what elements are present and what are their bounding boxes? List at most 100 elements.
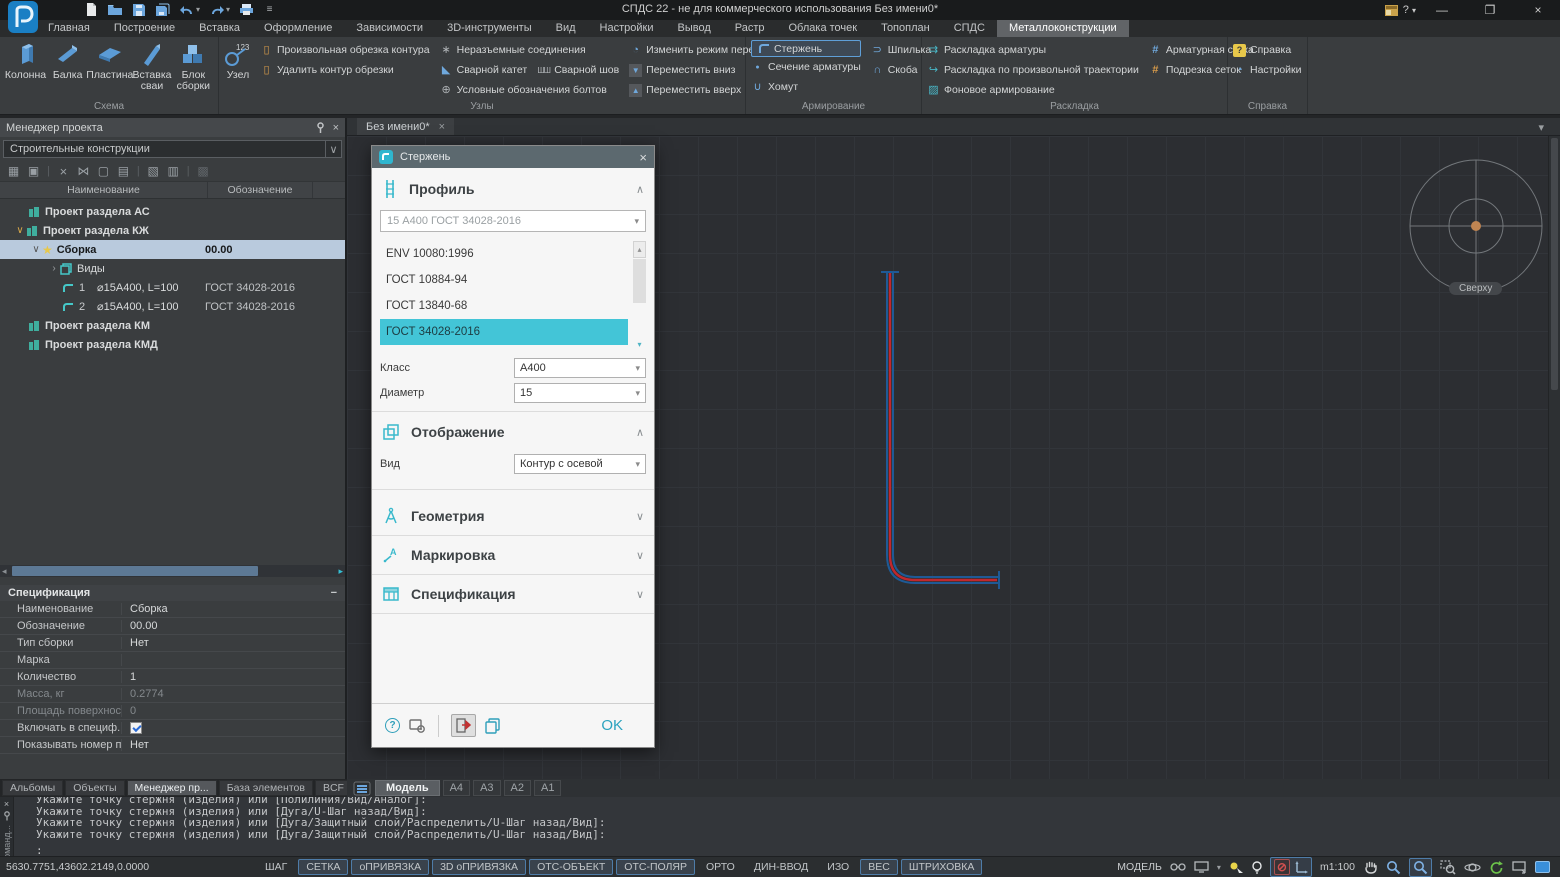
undo-caret-icon[interactable]: ▾ bbox=[196, 5, 200, 14]
weld-fillet-button[interactable]: ◣Сварной катет bbox=[440, 60, 528, 80]
list-item-selected[interactable]: ГОСТ 34028-2016 bbox=[380, 319, 628, 345]
zoom-icon[interactable] bbox=[1386, 860, 1401, 875]
command-line-panel[interactable]: × Команд... Укажите точку стержня (издел… bbox=[0, 797, 1560, 856]
auto-insert-toggle-pressed[interactable] bbox=[451, 714, 476, 737]
scrollbar-thumb[interactable] bbox=[12, 566, 258, 576]
command-pin-icon[interactable] bbox=[3, 811, 11, 821]
toggle-otrack-polar[interactable]: ОТС-ПОЛЯР bbox=[616, 859, 695, 875]
tab-nastroyki[interactable]: Настройки bbox=[588, 20, 666, 37]
save-icon[interactable] bbox=[132, 3, 146, 17]
expand-chevron-icon[interactable]: ∨ bbox=[636, 510, 644, 523]
tab-project-manager[interactable]: Менеджер пр... bbox=[127, 780, 217, 796]
regen-icon[interactable] bbox=[1489, 860, 1504, 875]
specification-section-header[interactable]: Спецификация ∨ bbox=[372, 575, 654, 613]
new-project-icon[interactable]: ▦ bbox=[7, 165, 20, 178]
tab-close-icon[interactable]: × bbox=[439, 121, 445, 133]
rebar-section-button[interactable]: ●Сечение арматуры bbox=[751, 57, 861, 77]
layout-by-path-button[interactable]: ↪Раскладка по произвольной траектории bbox=[927, 60, 1139, 80]
redo-caret-icon[interactable]: ▾ bbox=[226, 5, 230, 14]
tab-metallokonstruktsii[interactable]: Металлоконструкции bbox=[997, 20, 1129, 37]
scrollbar-thumb[interactable] bbox=[1551, 138, 1558, 390]
tree-item-rod-1[interactable]: 1 ⌀15А400, L=100 ГОСТ 34028-2016 bbox=[0, 278, 345, 297]
toggle-3d-osnap[interactable]: 3D оПРИВЯЗКА bbox=[432, 859, 526, 875]
dialog-close-icon[interactable]: × bbox=[639, 150, 647, 165]
marking-section-header[interactable]: A Маркировка ∨ bbox=[372, 536, 654, 574]
view-combo[interactable]: Контур с осевой▾ bbox=[514, 454, 646, 474]
glasses-icon[interactable] bbox=[1170, 862, 1186, 872]
collapse-chevron-icon[interactable]: ∧ bbox=[636, 183, 644, 196]
zoom-rect-icon[interactable] bbox=[1440, 860, 1456, 875]
customize-toolbar-icon[interactable]: ≡ bbox=[263, 3, 276, 16]
tab-rastr[interactable]: Растр bbox=[723, 20, 777, 37]
light-icon[interactable] bbox=[1252, 861, 1262, 874]
tab-vstavka[interactable]: Вставка bbox=[187, 20, 252, 37]
dialog-settings-icon[interactable] bbox=[409, 718, 426, 734]
tab-vyvod[interactable]: Вывод bbox=[665, 20, 722, 37]
license-icon[interactable] bbox=[1384, 4, 1399, 17]
orbit-icon[interactable] bbox=[1464, 860, 1481, 875]
paste-icon[interactable]: ▤ bbox=[117, 165, 130, 178]
caret-icon[interactable]: ▾ bbox=[634, 216, 639, 227]
specification-section-header[interactable]: Спецификация − bbox=[0, 585, 345, 601]
rebar-layout-button[interactable]: ⇉Раскладка арматуры bbox=[927, 40, 1139, 60]
tree-item-assembly[interactable]: ∨ ★ Сборка 00.00 bbox=[0, 240, 345, 259]
toggle-hatch[interactable]: ШТРИХОВКА bbox=[901, 859, 983, 875]
vertical-scrollbar[interactable] bbox=[1548, 136, 1560, 779]
document-tab[interactable]: Без имени0* × bbox=[357, 118, 454, 135]
tab-a1[interactable]: A1 bbox=[534, 780, 561, 796]
column-button[interactable]: Колонна bbox=[5, 40, 46, 92]
compass-view-label[interactable]: Сверху bbox=[1449, 282, 1502, 295]
tab-3d-instrumenty[interactable]: 3D-инструменты bbox=[435, 20, 544, 37]
arbitrary-contour-trim-button[interactable]: ▯Произвольная обрезка контура bbox=[260, 40, 430, 60]
profile-name-combo[interactable]: 15 А400 ГОСТ 34028-2016▾ bbox=[380, 210, 646, 232]
display-section-header[interactable]: Отображение ∧ bbox=[372, 419, 654, 450]
table-icon[interactable]: ▥ bbox=[167, 165, 180, 178]
tab-oblaka-tochek[interactable]: Облака точек bbox=[777, 20, 870, 37]
viewport-icon[interactable] bbox=[1194, 861, 1209, 873]
diameter-combo[interactable]: 15▾ bbox=[514, 383, 646, 403]
tab-spds[interactable]: СПДС bbox=[942, 20, 997, 37]
delete-icon[interactable]: × bbox=[57, 165, 70, 178]
panel-close-icon[interactable]: × bbox=[333, 122, 339, 134]
toggle-ortho[interactable]: ОРТО bbox=[698, 859, 743, 875]
tab-element-base[interactable]: База элементов bbox=[219, 780, 313, 796]
horizontal-scrollbar[interactable]: ◂ ▸ bbox=[0, 565, 345, 577]
class-combo[interactable]: А400▾ bbox=[514, 358, 646, 378]
command-tab-label[interactable]: Команд... bbox=[2, 825, 12, 856]
toggle-otrack-object[interactable]: ОТС-ОБЪЕКТ bbox=[529, 859, 613, 875]
tab-vid[interactable]: Вид bbox=[544, 20, 588, 37]
column-designation[interactable]: Обозначение bbox=[208, 182, 313, 198]
restore-button[interactable]: ❐ bbox=[1468, 0, 1512, 20]
tab-a4[interactable]: A4 bbox=[443, 780, 470, 796]
scrollbar-thumb[interactable] bbox=[633, 259, 646, 303]
toggle-grid[interactable]: СЕТКА bbox=[298, 859, 348, 875]
scroll-right-icon[interactable]: ▸ bbox=[338, 566, 343, 577]
axes-icon[interactable] bbox=[1294, 860, 1308, 874]
help-button[interactable]: ?Справка bbox=[1233, 40, 1302, 60]
expander-down-icon[interactable]: ∨ bbox=[30, 244, 42, 255]
redo-button[interactable]: ▾ bbox=[209, 4, 230, 16]
remove-trim-contour-button[interactable]: ▯Удалить контур обрезки bbox=[260, 60, 430, 80]
pile-insert-button[interactable]: Вставка сваи bbox=[132, 40, 171, 92]
copy-properties-icon[interactable] bbox=[485, 718, 501, 734]
plate-button[interactable]: Пластина bbox=[89, 40, 130, 92]
combo-caret-icon[interactable]: ∨ bbox=[325, 141, 341, 157]
pin-icon[interactable] bbox=[316, 122, 325, 133]
toggle-lineweight[interactable]: ВЕС bbox=[860, 859, 898, 875]
project-manager-header[interactable]: Менеджер проекта × bbox=[0, 118, 345, 137]
expander-down-icon[interactable]: ∨ bbox=[14, 225, 26, 236]
ok-button[interactable]: OK bbox=[601, 717, 641, 734]
include-in-spec-checkbox[interactable] bbox=[130, 722, 142, 734]
expander-right-icon[interactable]: › bbox=[48, 263, 60, 274]
toggle-dyn-input[interactable]: ДИН-ВВОД bbox=[746, 859, 816, 875]
tab-objects[interactable]: Объекты bbox=[65, 780, 124, 796]
list-scrollbar[interactable]: ▴ ▾ bbox=[633, 241, 646, 347]
new-window-icon[interactable]: ▣ bbox=[27, 165, 40, 178]
bolt-symbols-button[interactable]: ⊕Условные обозначения болтов bbox=[440, 80, 620, 100]
expand-chevron-icon[interactable]: ∨ bbox=[636, 549, 644, 562]
new-file-icon[interactable] bbox=[84, 2, 98, 17]
tree-item-project-km[interactable]: Проект раздела КМ bbox=[0, 316, 345, 335]
command-close-icon[interactable]: × bbox=[4, 799, 9, 809]
tree-item-rod-2[interactable]: 2 ⌀15А400, L=100 ГОСТ 34028-2016 bbox=[0, 297, 345, 316]
tree-item-views[interactable]: › Виды bbox=[0, 259, 345, 278]
